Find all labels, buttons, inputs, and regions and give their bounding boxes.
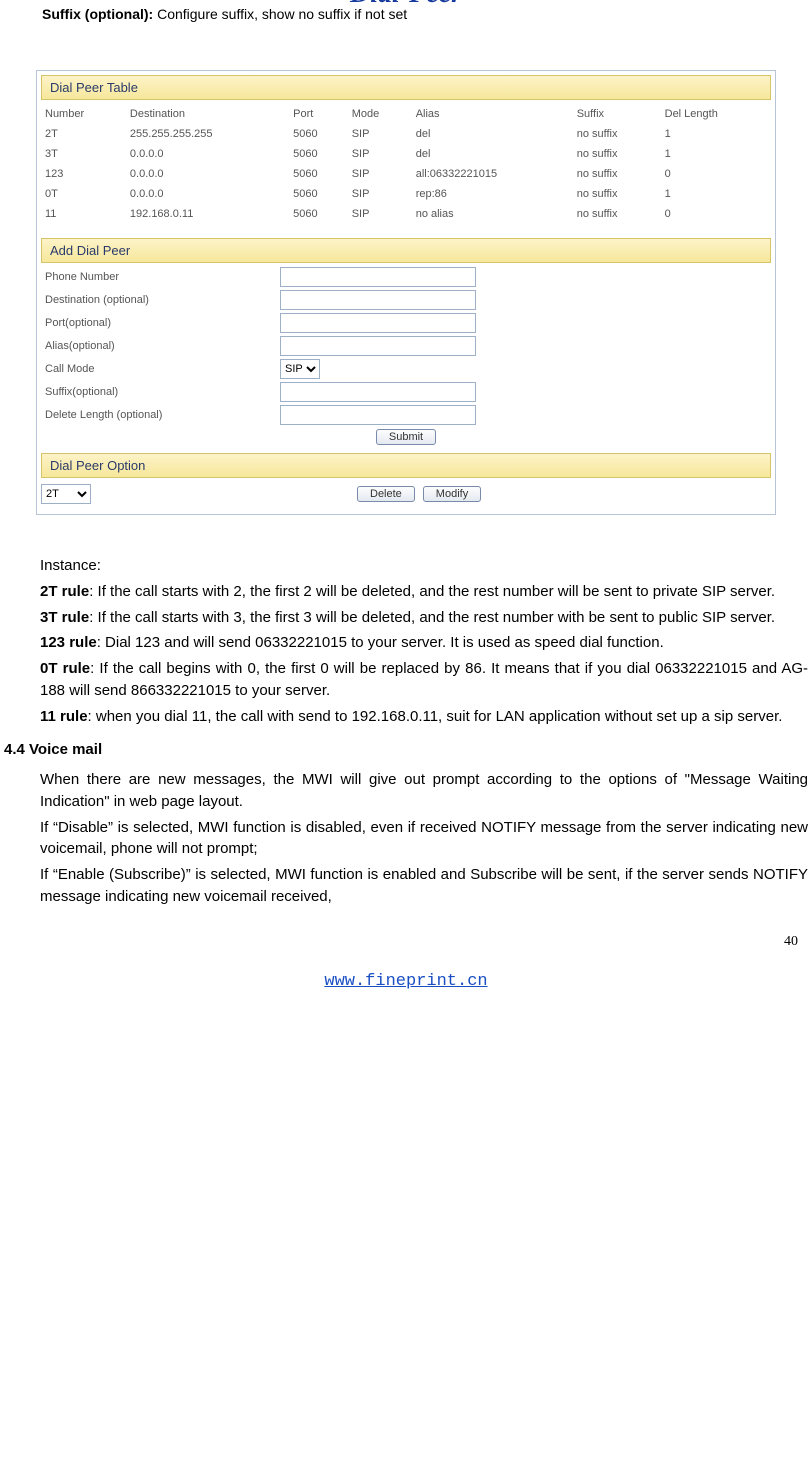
instance-label: Instance: — [0, 555, 812, 577]
col-port: Port — [289, 104, 348, 124]
submit-button[interactable]: Submit — [376, 429, 436, 445]
table-row: 0T0.0.0.05060SIPrep:86no suffix1 — [41, 184, 771, 204]
call-mode-label: Call Mode — [41, 363, 280, 375]
destination-input[interactable] — [280, 290, 476, 310]
alias-label: Alias(optional) — [41, 340, 280, 352]
col-number: Number — [41, 104, 126, 124]
table-row: 1230.0.0.05060SIPall:06332221015no suffi… — [41, 164, 771, 184]
table-row: 2T255.255.255.2555060SIPdelno suffix1 — [41, 124, 771, 144]
add-dial-peer-form: Phone Number Destination (optional) Port… — [41, 267, 771, 445]
modify-button[interactable]: Modify — [423, 486, 481, 502]
rule-2t: 2T rule: If the call starts with 2, the … — [0, 581, 812, 603]
rule-11: 11 rule: when you dial 11, the call with… — [0, 706, 812, 728]
fineprint-link[interactable]: www.fineprint.cn — [324, 972, 487, 991]
phone-label: Phone Number — [41, 271, 280, 283]
port-input[interactable] — [280, 313, 476, 333]
dial-peer-panel: Dial Peer Table Number Destination Port … — [36, 70, 776, 515]
table-row: 11192.168.0.115060SIPno aliasno suffix0 — [41, 204, 771, 224]
rule-123: 123 rule: Dial 123 and will send 0633222… — [0, 632, 812, 654]
phone-number-input[interactable] — [280, 267, 476, 287]
rule-0t: 0T rule: If the call begins with 0, the … — [0, 658, 812, 702]
voicemail-p2: If “Disable” is selected, MWI function i… — [0, 817, 812, 861]
footer-link: www.fineprint.cn — [0, 972, 812, 991]
destination-label: Destination (optional) — [41, 294, 280, 306]
delete-button[interactable]: Delete — [357, 486, 415, 502]
rule-3t: 3T rule: If the call starts with 3, the … — [0, 607, 812, 629]
dial-peer-option-header: Dial Peer Option — [41, 453, 771, 478]
dial-peer-table: Number Destination Port Mode Alias Suffi… — [41, 104, 771, 224]
add-dial-peer-header: Add Dial Peer — [41, 238, 771, 263]
voice-mail-heading: 4.4 Voice mail — [4, 739, 812, 761]
call-mode-select[interactable]: SIP — [280, 359, 320, 379]
delete-length-input[interactable] — [280, 405, 476, 425]
page-number: 40 — [0, 934, 798, 950]
col-dellength: Del Length — [661, 104, 771, 124]
suffix-form-label: Suffix(optional) — [41, 386, 280, 398]
suffix-label-bold: Suffix (optional): — [42, 6, 153, 22]
dial-peer-option-select[interactable]: 2T — [41, 484, 91, 504]
col-destination: Destination — [126, 104, 289, 124]
voicemail-p3: If “Enable (Subscribe)” is selected, MWI… — [0, 864, 812, 908]
port-label: Port(optional) — [41, 317, 280, 329]
voicemail-p1: When there are new messages, the MWI wil… — [0, 769, 812, 813]
table-row: 3T0.0.0.05060SIPdelno suffix1 — [41, 144, 771, 164]
body-text: Instance: 2T rule: If the call starts wi… — [0, 555, 812, 908]
col-alias: Alias — [412, 104, 573, 124]
table-header-row: Number Destination Port Mode Alias Suffi… — [41, 104, 771, 124]
suffix-input[interactable] — [280, 382, 476, 402]
dial-peer-table-header: Dial Peer Table — [41, 75, 771, 100]
alias-input[interactable] — [280, 336, 476, 356]
col-mode: Mode — [348, 104, 412, 124]
col-suffix: Suffix — [573, 104, 661, 124]
delete-length-label: Delete Length (optional) — [41, 409, 280, 421]
